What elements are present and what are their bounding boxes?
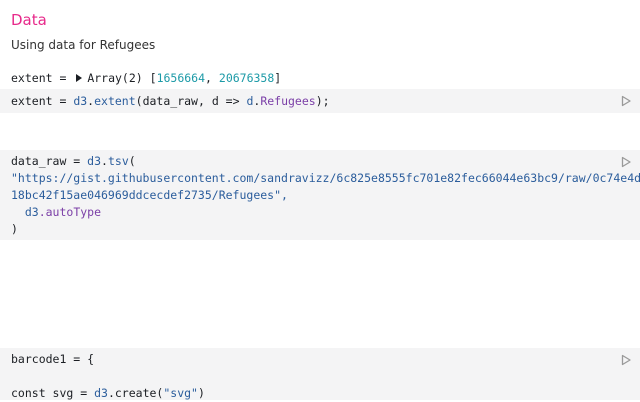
array-label: Array(2) [ [87,71,157,85]
code-token: const svg = [11,386,95,400]
code-token: barcode1 = { [11,352,95,366]
code-token: (data_raw, d => [135,94,247,108]
code-token: d3 [73,94,88,108]
page-title: Data [11,11,47,29]
page-subtitle: Using data for Refugees [11,38,156,52]
code-string: "svg" [163,386,198,400]
expand-triangle-icon[interactable] [76,74,83,82]
code-cell-extent-source[interactable]: extent = d3.extent(data_raw, d => d.Refu… [11,93,330,110]
code-string: 18bc42f15ae046969ddcecdef2735/Refugees", [11,188,288,202]
extent-output: extent = Array(2) [1656664, 20676358] [11,70,281,87]
code-cell-barcode-source[interactable]: barcode1 = { const svg = d3.create("svg"… [11,351,205,402]
run-cell-icon[interactable] [620,354,632,366]
code-token: . [101,154,108,168]
extent-value-min: 1656664 [156,71,206,85]
code-token: Refugees [260,94,316,108]
code-cell-extent[interactable]: extent = d3.extent(data_raw, d => d.Refu… [0,89,640,113]
extent-value-max: 20676358 [218,71,275,85]
code-token: ); [315,94,330,108]
code-token: .create( [107,386,164,400]
code-token: .autoType [38,205,102,219]
run-cell-icon[interactable] [620,95,632,107]
code-token: d3 [87,154,102,168]
code-token: tsv [107,154,129,168]
code-token: extent = [11,94,74,108]
code-cell-barcode[interactable]: barcode1 = { const svg = d3.create("svg"… [0,348,640,400]
code-cell-data-raw[interactable]: data_raw = d3.tsv( "https://gist.githubu… [0,150,640,240]
code-cell-data-raw-source[interactable]: data_raw = d3.tsv( "https://gist.githubu… [11,153,640,238]
array-close: ] [274,71,282,85]
extent-output-label: extent = [11,71,74,85]
code-token: d3 [11,205,39,219]
code-token: ) [11,222,18,236]
code-token: data_raw = [11,154,88,168]
code-token: d3 [94,386,108,400]
array-separator: , [205,71,219,85]
code-token: ( [128,154,136,168]
code-token: extent [94,94,136,108]
code-token: ) [197,386,205,400]
code-string: "https://gist.githubusercontent.com/sand… [11,171,640,185]
run-cell-icon[interactable] [620,156,632,168]
